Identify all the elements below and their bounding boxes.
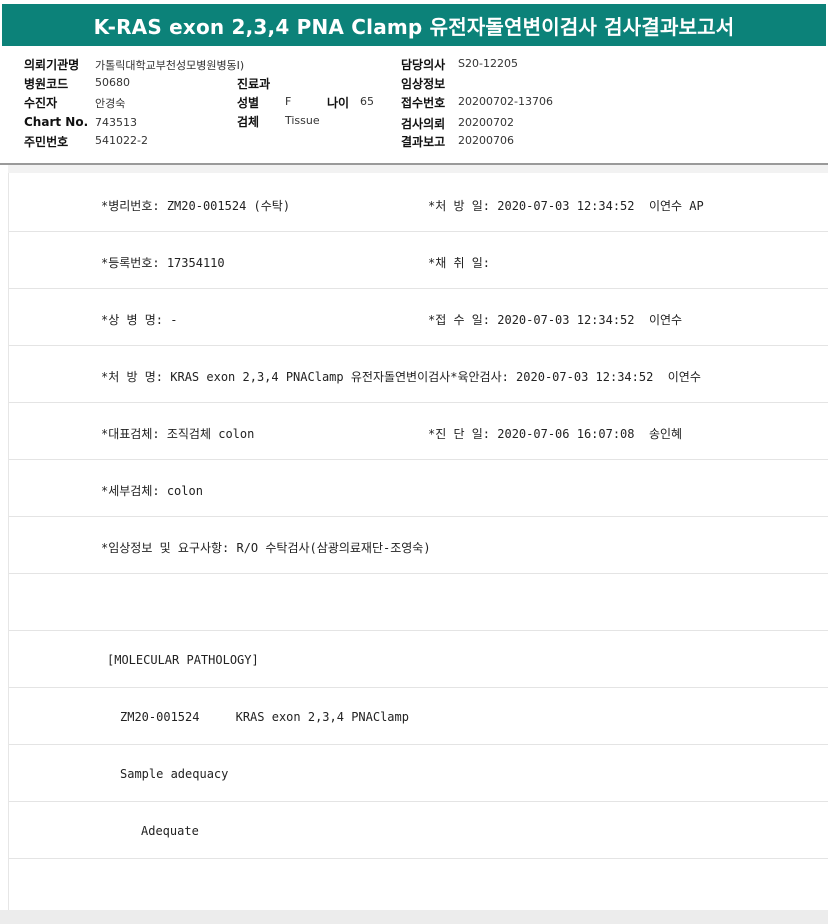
test-line: ZM20-001524 KRAS exon 2,3,4 PNAClamp (120, 710, 409, 724)
report-date-value: 20200706 (458, 134, 514, 147)
report-row: *임상정보 및 요구사항: R/O 수탁검사(삼광의료재단-조영숙) (9, 517, 828, 574)
request-date-label: 검사의뢰 (401, 117, 446, 131)
receipt-date: *접 수 일: 2020-07-03 12:34:52 이연수 (428, 313, 683, 327)
section-heading: [MOLECULAR PATHOLOGY] (107, 653, 259, 667)
sex-value: F (285, 95, 292, 108)
pathology-number: *병리번호: ZM20-001524 (수탁) (101, 199, 291, 213)
hospital-code-label: 병원코드 (24, 77, 69, 91)
patient-info-header: 의뢰기관명 가톨릭대학교부천성모병원병동I) 병원코드 50680 수진자 안경… (0, 46, 828, 164)
detail-specimen: *세부검체: colon (101, 484, 203, 498)
clinical-info-label: 임상정보 (401, 77, 446, 91)
prescription-name: *처 방 명: KRAS exon 2,3,4 PNAClamp 유전자돌연변이… (101, 370, 701, 384)
sample-adequacy-label: Sample adequacy (120, 767, 229, 781)
specimen-label: 검체 (237, 115, 260, 129)
representative-specimen: *대표검체: 조직검체 colon (101, 427, 255, 441)
resident-no-value: 541022-2 (95, 134, 148, 147)
collection-date: *채 취 일: (428, 256, 491, 270)
chart-no-value: 743513 (95, 116, 137, 129)
report-row: *대표검체: 조직검체 colon *진 단 일: 2020-07-06 16:… (9, 403, 828, 460)
chart-no-label: Chart No. (24, 115, 89, 129)
sample-adequacy-value: Adequate (141, 824, 199, 838)
report-date-label: 결과보고 (401, 135, 446, 149)
doctor-label: 담당의사 (401, 58, 446, 72)
report-row: Adequate (9, 802, 828, 859)
patient-name-value: 안경숙 (95, 97, 126, 110)
registration-number: *등록번호: 17354110 (101, 256, 225, 270)
bottom-scroll-area (0, 910, 828, 924)
report-row: *등록번호: 17354110 *채 취 일: (9, 232, 828, 289)
report-row: ZM20-001524 KRAS exon 2,3,4 PNAClamp (9, 688, 828, 745)
report-title: K-RAS exon 2,3,4 PNA Clamp 유전자돌연변이검사 검사결… (2, 4, 826, 46)
report-row: [MOLECULAR PATHOLOGY] (9, 631, 828, 688)
content-top-strip (8, 165, 828, 173)
report-row-empty (9, 574, 828, 631)
specimen-value: Tissue (285, 114, 320, 127)
disease-name: *상 병 명: - (101, 313, 178, 327)
diagnosis-date: *진 단 일: 2020-07-06 16:07:08 송인혜 (428, 427, 683, 441)
sex-label: 성별 (237, 96, 260, 110)
request-date-value: 20200702 (458, 116, 514, 129)
report-body: *병리번호: ZM20-001524 (수탁) *처 방 일: 2020-07-… (8, 165, 828, 910)
doctor-value: S20-12205 (458, 57, 518, 70)
prescription-date: *처 방 일: 2020-07-03 12:34:52 이연수 AP (428, 199, 704, 213)
resident-no-label: 주민번호 (24, 135, 69, 149)
age-label: 나이 (327, 96, 350, 110)
report-row: Sample adequacy (9, 745, 828, 802)
report-row: *병리번호: ZM20-001524 (수탁) *처 방 일: 2020-07-… (9, 175, 828, 232)
hospital-value: 가톨릭대학교부천성모병원병동I) (95, 59, 245, 72)
report-row: *세부검체: colon (9, 460, 828, 517)
age-value: 65 (360, 95, 374, 108)
department-label: 진료과 (237, 77, 271, 91)
report-row: *처 방 명: KRAS exon 2,3,4 PNAClamp 유전자돌연변이… (9, 346, 828, 403)
report-row: *상 병 명: - *접 수 일: 2020-07-03 12:34:52 이연… (9, 289, 828, 346)
patient-name-label: 수진자 (24, 96, 58, 110)
hospital-label: 의뢰기관명 (24, 58, 80, 72)
clinical-request: *임상정보 및 요구사항: R/O 수탁검사(삼광의료재단-조영숙) (101, 541, 431, 555)
receipt-no-value: 20200702-13706 (458, 95, 553, 108)
receipt-no-label: 접수번호 (401, 96, 446, 110)
hospital-code-value: 50680 (95, 76, 130, 89)
